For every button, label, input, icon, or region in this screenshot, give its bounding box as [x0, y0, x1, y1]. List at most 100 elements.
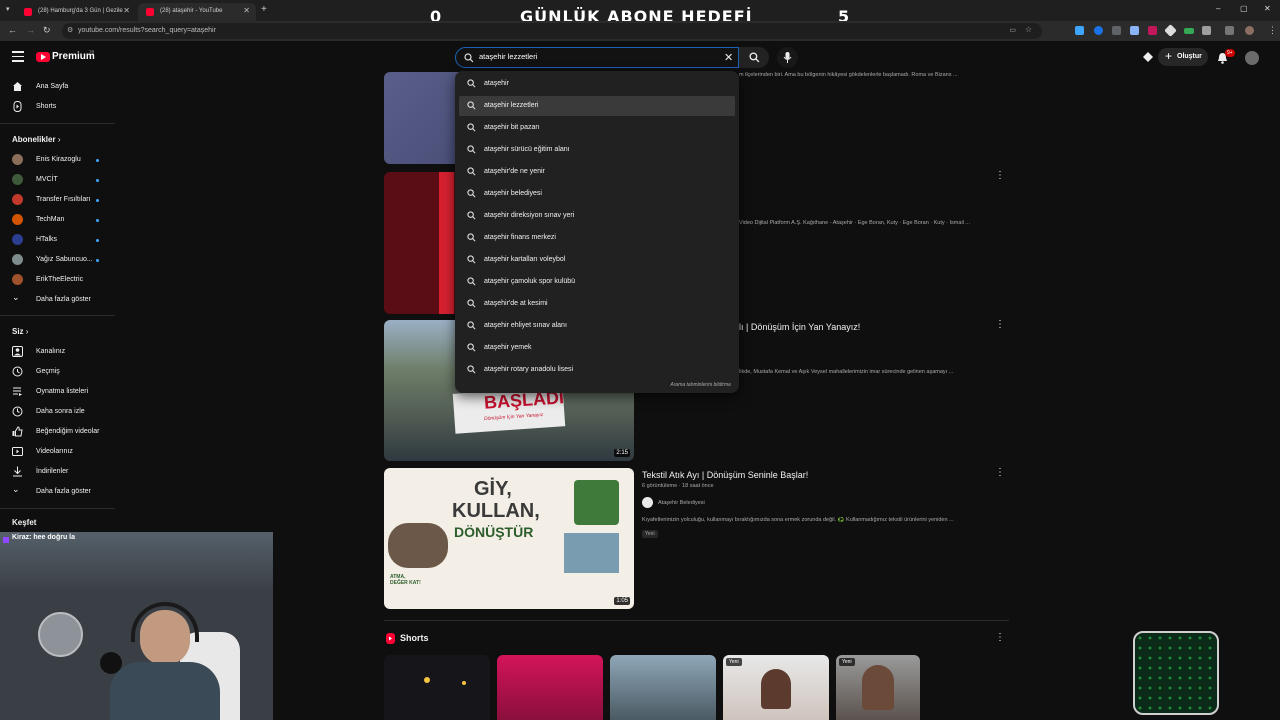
sidebar-item-watch-later[interactable]: Daha sonra izle	[0, 404, 115, 420]
bookmark-star-icon[interactable]: ☆	[1025, 25, 1032, 34]
browser-tab[interactable]: (28) Hamburg'da 3 Gün | Gezile ✕	[16, 3, 136, 21]
downloads-icon[interactable]	[1225, 26, 1234, 35]
voice-search-button[interactable]	[777, 47, 798, 68]
video-title[interactable]: lı | Dönüşüm İçin Yan Yanayız!	[739, 322, 860, 332]
subscription-item[interactable]: Yağız Sabuncuo...	[0, 252, 115, 268]
more-options-icon[interactable]: ⋮	[995, 632, 1005, 643]
sidebar-item-history[interactable]: Geçmiş	[0, 364, 115, 380]
show-more-label: Daha fazla göster	[36, 488, 91, 495]
youtube-play-icon	[36, 52, 50, 62]
sidebar-item-playlists[interactable]: Oynatma listeleri	[0, 384, 115, 400]
more-options-icon[interactable]: ⋮	[995, 467, 1005, 478]
search-suggestion[interactable]: ataşehir'de at kesimi	[459, 294, 735, 314]
more-options-icon[interactable]: ⋮	[995, 319, 1005, 330]
sidebar-item-home[interactable]: Ana Sayfa	[0, 79, 115, 95]
extensions-puzzle-icon[interactable]	[1202, 26, 1211, 35]
sidebar-item-your-videos[interactable]: Videolarınız	[0, 444, 115, 460]
subscription-item[interactable]: TechMan	[0, 212, 115, 228]
subscriptions-show-more[interactable]: ⌄ Daha fazla göster	[0, 292, 115, 308]
sidebar-item-downloads[interactable]: İndirilenler	[0, 464, 115, 480]
close-window-button[interactable]: ✕	[1264, 4, 1271, 13]
extension-icon[interactable]	[1112, 26, 1121, 35]
plus-icon: +	[1165, 49, 1173, 63]
microphone-icon	[783, 52, 792, 63]
webcam-body	[110, 662, 220, 720]
short-thumbnail[interactable]	[384, 655, 490, 720]
history-icon	[12, 366, 23, 377]
search-box[interactable]: ✕	[455, 47, 739, 68]
notification-count-badge: 9+	[1225, 49, 1235, 57]
extension-icon[interactable]	[1148, 26, 1157, 35]
cast-icon[interactable]	[1143, 52, 1153, 62]
clear-search-icon[interactable]: ✕	[724, 51, 733, 64]
browser-menu-icon[interactable]: ⋮	[1268, 25, 1277, 36]
sidebar-item-liked[interactable]: Beğendiğim videolar	[0, 424, 115, 440]
thumbnail-person	[862, 665, 894, 710]
create-button[interactable]: + Oluştur	[1158, 48, 1208, 66]
webcam-overlay	[0, 532, 273, 720]
channel-avatar[interactable]	[642, 497, 653, 508]
search-button[interactable]	[739, 47, 769, 68]
video-description: m ilçelerinden biri. Ama bu bölgenin hik…	[739, 72, 958, 78]
short-thumbnail[interactable]: Yeni	[836, 655, 920, 720]
video-thumbnail[interactable]: GİY, KULLAN, DÖNÜŞTÜR ATMA, DEĞER KAT! 1…	[384, 468, 634, 609]
video-title[interactable]: Tekstil Atık Ayı | Dönüşüm Seninle Başla…	[642, 470, 808, 480]
subscription-item[interactable]: HTalks	[0, 232, 115, 248]
short-thumbnail[interactable]	[497, 655, 603, 720]
search-suggestion[interactable]: ataşehir bit pazarı	[459, 118, 735, 138]
maximize-button[interactable]: ▢	[1240, 4, 1248, 13]
search-suggestion[interactable]: ataşehir direksiyon sınav yeri	[459, 206, 735, 226]
search-input[interactable]	[479, 52, 719, 61]
subscriptions-header[interactable]: Abonelikler ›	[12, 135, 60, 144]
short-thumbnail[interactable]: Yeni	[723, 655, 829, 720]
search-suggestion[interactable]: ataşehir lezzetleri	[459, 96, 735, 116]
sidebar-item-shorts[interactable]: Shorts	[0, 99, 115, 115]
search-suggestion[interactable]: ataşehir kartalları voleybol	[459, 250, 735, 270]
search-suggestion[interactable]: ataşehir ehliyet sınav alanı	[459, 316, 735, 336]
thumbnail-light	[424, 677, 430, 683]
channel-avatar	[12, 174, 23, 185]
report-predictions-link[interactable]: Arama tahminlerini bildirme	[670, 382, 731, 388]
extension-icon[interactable]	[1130, 26, 1139, 35]
search-suggestion[interactable]: ataşehir yemek	[459, 338, 735, 358]
search-suggestion[interactable]: ataşehir'de ne yenir	[459, 162, 735, 182]
search-suggestion[interactable]: ataşehir sürücü eğitim alanı	[459, 140, 735, 160]
tab-close-icon[interactable]: ✕	[243, 6, 250, 15]
browser-tab-active[interactable]: (28) ataşehir - YouTube ✕	[138, 3, 256, 21]
minimize-button[interactable]: –	[1216, 4, 1220, 13]
tab-list-icon[interactable]: ▾	[6, 5, 10, 13]
search-suggestion[interactable]: ataşehir çamoluk spor kulübü	[459, 272, 735, 292]
install-app-icon[interactable]: ▭	[1009, 26, 1016, 34]
video-description: Video Dijital Platform A.Ş. Kağıthane - …	[739, 220, 971, 226]
search-suggestion[interactable]: ataşehir rotary anadolu lisesi	[459, 360, 735, 380]
extension-icon[interactable]	[1075, 26, 1084, 35]
search-suggestion[interactable]: ataşehir belediyesi	[459, 184, 735, 204]
channel-name[interactable]: Ataşehir Belediyesi	[658, 500, 705, 506]
search-suggestion[interactable]: ataşehir	[459, 74, 735, 94]
divider	[0, 508, 115, 509]
site-info-icon[interactable]: ⚙	[67, 26, 73, 34]
forward-icon[interactable]: →	[26, 25, 35, 35]
search-suggestion[interactable]: ataşehir finans merkezi	[459, 228, 735, 248]
tab-close-icon[interactable]: ✕	[123, 6, 130, 15]
hamburger-menu-icon[interactable]	[12, 51, 24, 63]
sidebar-item-channel[interactable]: Kanalınız	[0, 344, 115, 360]
subscription-item[interactable]: MVCİT	[0, 172, 115, 188]
subscription-item[interactable]: Enis Kirazoglu	[0, 152, 115, 168]
you-show-more[interactable]: ⌄ Daha fazla göster	[0, 484, 115, 500]
subscription-item[interactable]: ErikTheElectric	[0, 272, 115, 288]
more-options-icon[interactable]: ⋮	[995, 170, 1005, 181]
channel-avatar	[12, 254, 23, 265]
reload-icon[interactable]: ↻	[43, 25, 51, 36]
subscription-item[interactable]: Transfer Fısıltıları	[0, 192, 115, 208]
new-tab-button[interactable]: +	[261, 4, 267, 15]
back-icon[interactable]: ←	[8, 25, 17, 35]
you-header[interactable]: Siz ›	[12, 327, 28, 336]
short-thumbnail[interactable]	[610, 655, 716, 720]
extension-icon[interactable]	[1094, 26, 1103, 35]
profile-avatar-icon[interactable]	[1245, 26, 1254, 35]
address-bar[interactable]: ⚙ youtube.com/results?search_query=ataşe…	[62, 23, 1042, 39]
extension-icon[interactable]	[1184, 28, 1194, 34]
account-avatar[interactable]	[1245, 51, 1259, 65]
extension-icon[interactable]	[1164, 24, 1177, 37]
